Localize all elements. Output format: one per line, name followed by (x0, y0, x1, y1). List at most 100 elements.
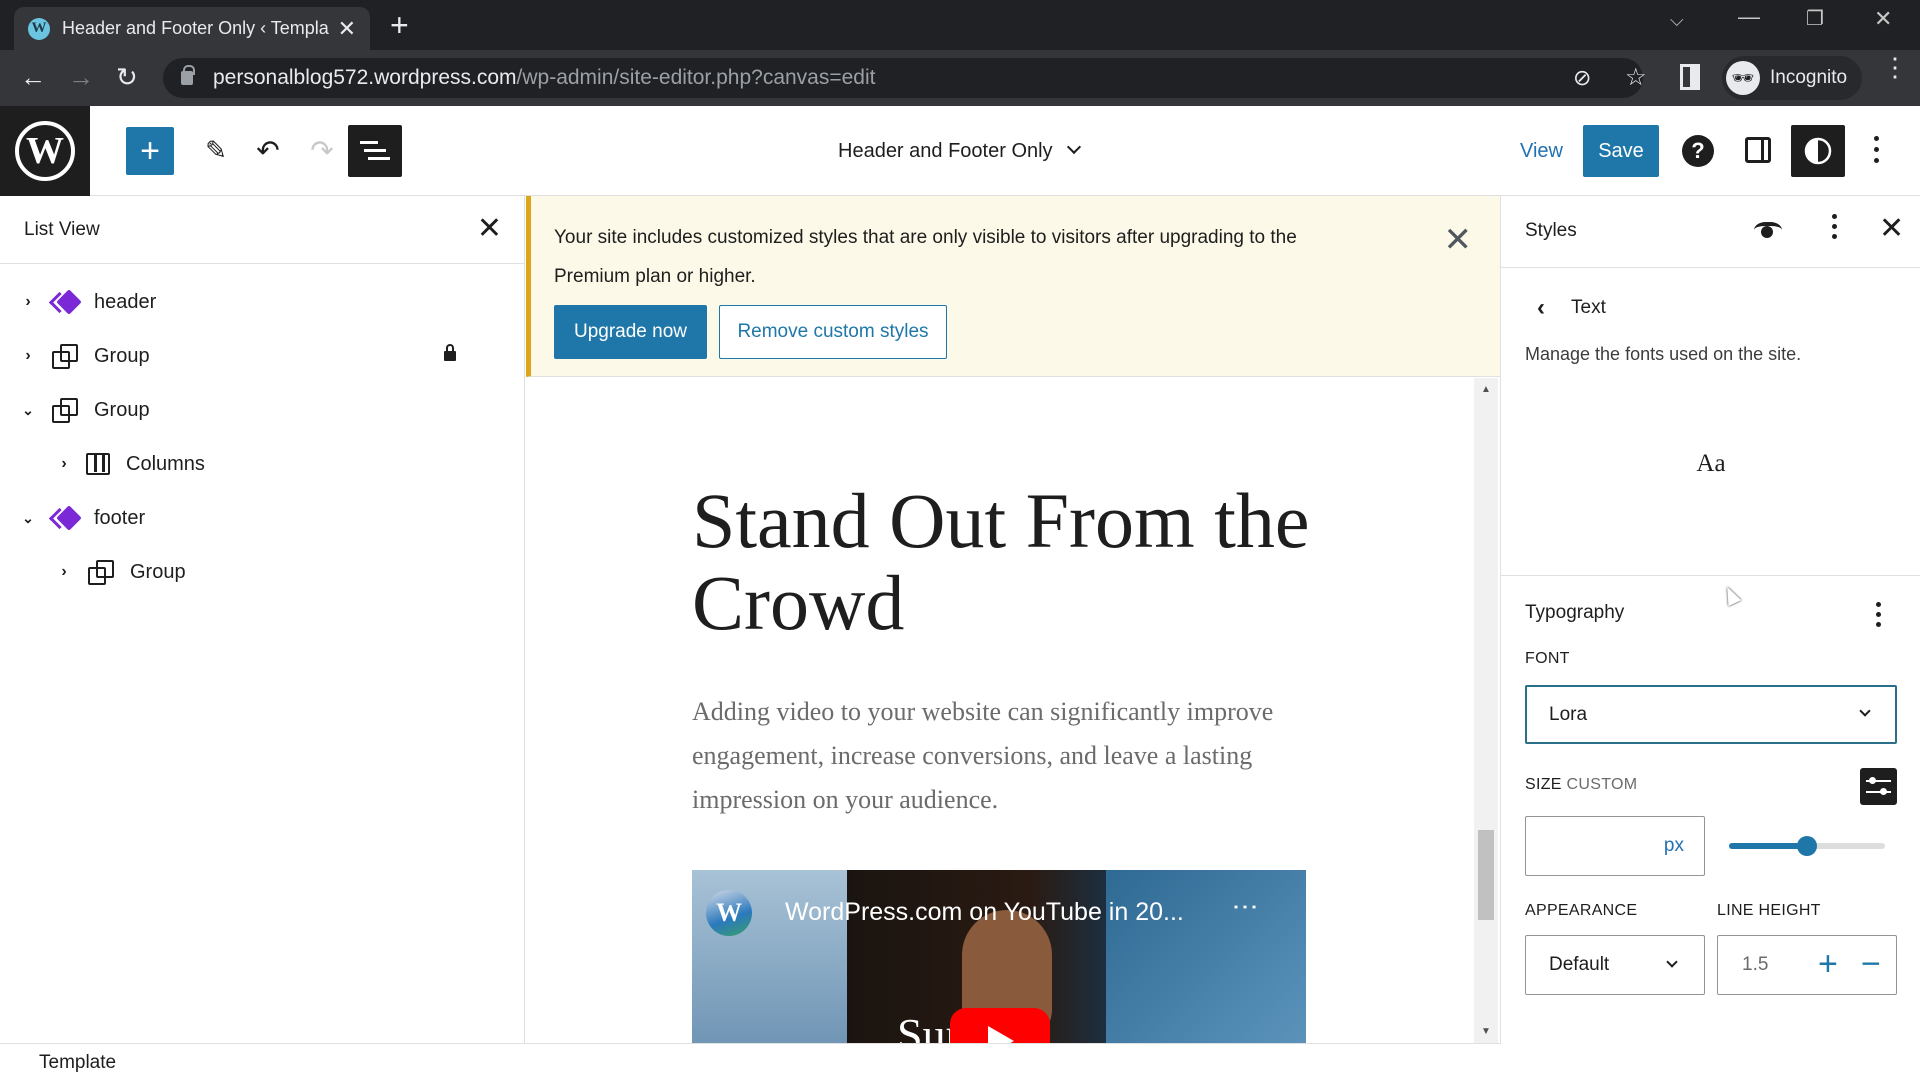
font-label: FONT (1525, 650, 1570, 667)
chevron-right-icon[interactable]: › (20, 293, 36, 311)
new-tab-button[interactable]: + (390, 8, 409, 42)
section-description: Manage the fonts used on the site. (1525, 344, 1802, 364)
editor-canvas[interactable]: Stand Out From the Crowd Adding video to… (526, 378, 1500, 1043)
text-section-nav: ‹ Text (1525, 290, 1606, 326)
list-item-columns[interactable]: › Columns (0, 437, 525, 491)
channel-avatar-icon[interactable]: W (706, 890, 752, 936)
reload-button[interactable]: ↻ (116, 62, 138, 92)
wordpress-logo-button[interactable]: W (0, 106, 90, 196)
close-list-view-icon[interactable]: ✕ (477, 214, 502, 244)
list-item-label: footer (94, 506, 146, 529)
upgrade-now-button[interactable]: Upgrade now (554, 305, 707, 359)
appearance-select[interactable]: Default (1525, 935, 1705, 995)
scroll-up-icon[interactable]: ▲ (1481, 384, 1491, 395)
edit-tool-pencil-icon[interactable]: ✎ (196, 130, 236, 170)
url-field[interactable]: personalblog572.wordpress.com/wp-admin/s… (163, 58, 1647, 98)
custom-size-toggle-icon[interactable] (1860, 768, 1897, 805)
wordpress-favicon-icon: W (28, 17, 50, 40)
page-heading[interactable]: Stand Out From the Crowd (692, 480, 1332, 644)
styles-title: Styles (1525, 220, 1577, 241)
template-part-icon (50, 288, 78, 316)
scrollbar-thumb[interactable] (1478, 830, 1494, 920)
styles-more-menu-icon[interactable] (1832, 214, 1838, 244)
canvas-scrollbar[interactable]: ▲ ▼ (1474, 378, 1498, 1043)
close-styles-icon[interactable]: ✕ (1879, 214, 1904, 244)
close-tab-icon[interactable]: ✕ (338, 16, 356, 42)
close-window-button[interactable]: ✕ (1874, 6, 1892, 32)
slider-fill (1729, 843, 1807, 849)
size-label-text: SIZE (1525, 776, 1562, 793)
decrement-minus-icon[interactable]: − (1861, 944, 1881, 984)
document-title-dropdown[interactable]: Header and Footer Only (838, 106, 1081, 196)
chevron-down-icon[interactable]: ⌄ (20, 402, 36, 419)
add-block-button[interactable]: + (126, 127, 174, 175)
notice-message: Your site includes customized styles tha… (554, 227, 1297, 287)
typography-preview (1501, 392, 1920, 576)
list-item-group[interactable]: ⌄ Group (0, 383, 525, 437)
chevron-right-icon[interactable]: › (56, 455, 72, 473)
list-item-group[interactable]: › Group (0, 329, 525, 383)
settings-sidebar-toggle-icon[interactable] (1745, 137, 1771, 163)
increment-plus-icon[interactable]: + (1818, 944, 1838, 984)
remove-custom-styles-button[interactable]: Remove custom styles (719, 305, 947, 359)
lock-icon[interactable] (444, 344, 456, 361)
font-family-select[interactable]: Lora (1525, 685, 1897, 744)
typography-options-icon[interactable] (1876, 602, 1882, 632)
help-icon[interactable]: ? (1682, 135, 1714, 167)
bookmark-star-icon[interactable]: ☆ (1625, 63, 1647, 92)
document-title: Header and Footer Only (838, 139, 1053, 162)
chevron-right-icon[interactable]: › (20, 347, 36, 365)
list-item-group[interactable]: › Group (0, 545, 525, 599)
video-title[interactable]: WordPress.com on YouTube in 20... (785, 898, 1184, 927)
list-item-label: header (94, 290, 157, 313)
list-view-toggle[interactable] (348, 125, 402, 177)
upgrade-notice: Your site includes customized styles tha… (526, 196, 1500, 377)
back-chevron-icon[interactable]: ‹ (1537, 294, 1545, 322)
dismiss-notice-icon[interactable]: ✕ (1444, 220, 1473, 260)
view-button[interactable]: View (1520, 106, 1563, 196)
font-family-value: Lora (1549, 703, 1588, 725)
incognito-icon: 🕶 (1726, 61, 1760, 95)
undo-button[interactable]: ↶ (248, 130, 288, 170)
scroll-down-icon[interactable]: ▼ (1481, 1026, 1491, 1037)
list-item-label: Group (130, 560, 186, 583)
options-menu-icon[interactable] (1874, 136, 1880, 163)
size-label: SIZE CUSTOM (1525, 776, 1637, 794)
youtube-play-icon[interactable] (950, 1008, 1050, 1043)
redo-button[interactable]: ↷ (302, 130, 342, 170)
back-button[interactable]: ← (20, 62, 46, 92)
side-panel-icon[interactable] (1680, 64, 1700, 90)
list-item-footer[interactable]: ⌄ footer (0, 491, 525, 545)
list-view-header: List View ✕ (0, 196, 524, 264)
video-menu-icon[interactable]: ⋮ (1231, 894, 1261, 920)
list-item-header[interactable]: › header (0, 275, 525, 329)
styles-toggle-button[interactable] (1791, 125, 1845, 177)
group-icon (50, 342, 78, 370)
font-size-slider[interactable] (1729, 836, 1885, 856)
columns-icon (86, 453, 110, 475)
font-size-unit[interactable]: px (1664, 835, 1684, 857)
page-paragraph[interactable]: Adding video to your website can signifi… (692, 690, 1332, 822)
save-button[interactable]: Save (1583, 125, 1659, 177)
font-size-input[interactable]: px (1525, 816, 1705, 876)
chevron-down-icon (1859, 705, 1871, 717)
restore-button[interactable]: ❐ (1806, 6, 1824, 31)
slider-handle[interactable] (1797, 836, 1817, 856)
forward-button[interactable]: → (68, 62, 94, 92)
browser-tab[interactable]: W Header and Footer Only ‹ Templa ✕ (14, 7, 370, 50)
url-host: personalblog572.wordpress.com (213, 66, 517, 89)
youtube-embed[interactable]: Support W WordPress.com on YouTube in 20… (692, 870, 1306, 1043)
browser-menu-icon[interactable]: ⋮ (1882, 54, 1908, 80)
editor-header: W + ✎ ↶ ↷ Header and Footer Only View Sa… (0, 106, 1920, 196)
style-book-eye-icon[interactable] (1754, 222, 1782, 238)
eye-slash-icon[interactable]: ⊘ (1573, 65, 1591, 91)
minimize-button[interactable]: — (1738, 4, 1760, 30)
chevron-right-icon[interactable]: › (56, 563, 72, 581)
line-height-input[interactable]: 1.5 + − (1717, 935, 1897, 995)
tab-search-icon[interactable]: ⌵ (1670, 10, 1684, 31)
contrast-half-circle-icon (1804, 137, 1832, 165)
line-height-value[interactable]: 1.5 (1742, 954, 1768, 976)
breadcrumb-template[interactable]: Template (39, 1052, 116, 1074)
chevron-down-icon[interactable]: ⌄ (20, 510, 36, 527)
incognito-profile-button[interactable]: 🕶 Incognito (1722, 56, 1862, 100)
